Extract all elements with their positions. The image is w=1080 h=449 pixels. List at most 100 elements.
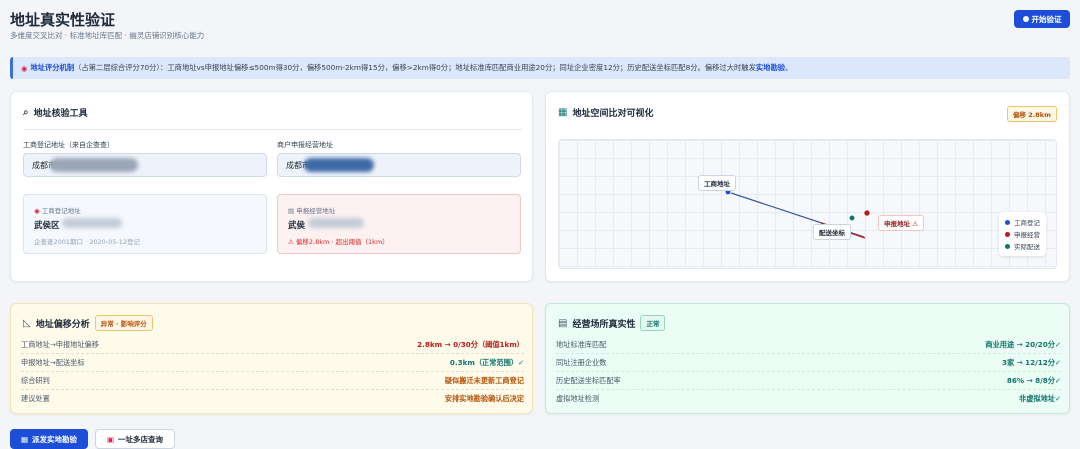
offset-status-tag: 异常 · 影响评分 bbox=[94, 315, 153, 331]
offset-analysis-card: ◺ 地址偏移分析 异常 · 影响评分 工商地址→申报地址偏移 2.8km → 0/… bbox=[10, 303, 533, 414]
gear-icon bbox=[1022, 16, 1029, 22]
redacted-block bbox=[62, 218, 123, 228]
pin-icon: ◉ bbox=[34, 207, 40, 215]
offset-title: 地址偏移分析 bbox=[35, 319, 90, 330]
legend-dot bbox=[1005, 243, 1010, 249]
store-icon: ▣ bbox=[106, 434, 115, 444]
address-tool-header: ⌕ 地址核验工具 bbox=[23, 106, 88, 119]
dispatch-inspection-button[interactable]: ▦ 派发实地勘验 bbox=[10, 429, 88, 449]
delivery-map-label: 配送坐标 bbox=[813, 224, 851, 240]
row-value: 2.8km → 0/30分（阈值1km） bbox=[417, 339, 524, 349]
decl-card-title-row: ▤ 申报经营地址 bbox=[288, 205, 335, 215]
redacted-block bbox=[307, 218, 364, 228]
legend-label: 申报经营 bbox=[1014, 231, 1040, 239]
address-tool-card: ⌕ 地址核验工具 工商登记地址（来自企查查） 成都市 商户申报经营地址 成都市 … bbox=[10, 91, 533, 282]
address-tool-title: 地址核验工具 bbox=[33, 109, 88, 119]
row-key: 历史配送坐标匹配率 bbox=[556, 375, 621, 385]
offset-row: 工商地址→申报地址偏移 2.8km → 0/30分（阈值1km） bbox=[21, 336, 524, 354]
decl-address-label: 商户申报经营地址 bbox=[277, 141, 333, 149]
row-value: 86% → 8/8分✓ bbox=[1006, 375, 1061, 385]
scoring-banner: ◉ 地址评分机制 （占第二层综合评分70分）：工商地址vs申报地址偏移≤500m… bbox=[10, 57, 1070, 79]
pin-icon: ◉ bbox=[21, 63, 28, 73]
start-verify-button[interactable]: 开始验证 bbox=[1014, 10, 1070, 28]
flag-icon: ▦ bbox=[20, 434, 29, 444]
row-key: 同址注册企业数 bbox=[556, 357, 607, 367]
start-verify-label: 开始验证 bbox=[1031, 14, 1062, 24]
map-card: ▦ 地址空间比对可视化 偏移 2.8km 工商地址 配送坐标 申报地址 ⚠ 工商… bbox=[545, 91, 1070, 282]
delivery-marker[interactable] bbox=[848, 214, 856, 222]
page-title: 地址真实性验证 bbox=[10, 11, 116, 29]
row-value: 疑似搬迁未更新工商登记 bbox=[444, 375, 524, 385]
reg-map-label: 工商地址 bbox=[698, 175, 736, 191]
decl-map-label: 申报地址 ⚠ bbox=[878, 215, 925, 231]
reg-address-label: 工商登记地址（来自企查查） bbox=[23, 141, 114, 149]
row-value: 0.3km（正常范围）✓ bbox=[449, 357, 524, 367]
banner-tail: 。 bbox=[785, 63, 793, 72]
site-status-tag: 正常 bbox=[640, 315, 666, 331]
multi-store-query-button[interactable]: ▣ 一址多店查询 bbox=[95, 429, 175, 449]
decl-address-input[interactable]: 成都市 bbox=[277, 153, 521, 177]
row-value: 非虚拟地址✓ bbox=[1019, 394, 1061, 403]
legend-item-reg: 工商登记 bbox=[1005, 216, 1040, 228]
warning-icon: ⚠ bbox=[288, 238, 294, 246]
legend-item-decl: 申报经营 bbox=[1005, 228, 1040, 240]
offset-row: 综合研判 疑似搬迁未更新工商登记 bbox=[21, 372, 524, 390]
redacted-block bbox=[304, 158, 374, 172]
site-header: ▤ 经营场所真实性 正常 bbox=[558, 315, 666, 331]
banner-link[interactable]: 实地勘验 bbox=[756, 63, 785, 73]
site-title: 经营场所真实性 bbox=[572, 319, 636, 330]
offset-badge: 偏移 2.8km bbox=[1007, 106, 1057, 122]
map-icon: ▦ bbox=[558, 107, 568, 118]
reg-card-meta: 企查查2001期口 · 2020-05-12登记 bbox=[34, 238, 141, 246]
banner-text: （占第二层综合评分70分）：工商地址vs申报地址偏移≤500m得30分，偏移50… bbox=[74, 63, 756, 72]
offset-row: 申报地址→配送坐标 0.3km（正常范围）✓ bbox=[21, 354, 524, 372]
map-legend: 工商登记 申报经营 实际配送 bbox=[999, 212, 1046, 256]
row-value: 商业用途 → 20/20分✓ bbox=[985, 339, 1061, 349]
map-header: ▦ 地址空间比对可视化 bbox=[558, 106, 653, 119]
legend-dot bbox=[1005, 219, 1010, 225]
page-subtitle: 多维度交叉比对 · 标准地址库匹配 · 幽灵店铺识别核心能力 bbox=[10, 31, 205, 40]
decl-card-meta-row: ⚠ 偏移2.8km · 超出阈值（1km） bbox=[288, 236, 389, 246]
site-row: 历史配送坐标匹配率 86% → 8/8分✓ bbox=[556, 372, 1061, 390]
reg-address-card: ◉ 工商登记地址 武侯区 企查查2001期口 · 2020-05-12登记 bbox=[23, 194, 267, 254]
legend-label: 工商登记 bbox=[1014, 219, 1040, 227]
site-row: 同址注册企业数 3家 → 12/12分✓ bbox=[556, 354, 1061, 372]
offset-rows: 工商地址→申报地址偏移 2.8km → 0/30分（阈值1km） 申报地址→配送坐… bbox=[21, 336, 524, 408]
decl-card-value-row: 武侯 bbox=[288, 218, 364, 231]
reg-card-value-row: 武侯区 bbox=[34, 218, 123, 231]
site-authenticity-card: ▤ 经营场所真实性 正常 地址标准库匹配 商业用途 → 20/20分✓ 同址注册企… bbox=[545, 303, 1070, 414]
decl-card-value: 武侯 bbox=[288, 221, 306, 231]
map-title: 地址空间比对可视化 bbox=[572, 109, 654, 119]
row-key: 虚拟地址检测 bbox=[556, 394, 600, 403]
row-key: 建议处置 bbox=[21, 394, 50, 403]
reg-card-title: 工商登记地址 bbox=[41, 207, 81, 215]
map-lines bbox=[724, 188, 871, 239]
building-icon: ▤ bbox=[288, 207, 295, 215]
reg-card-value: 武侯区 bbox=[34, 221, 60, 231]
reg-card-title-row: ◉ 工商登记地址 bbox=[34, 205, 81, 215]
site-row: 地址标准库匹配 商业用途 → 20/20分✓ bbox=[556, 336, 1061, 354]
decl-address-card: ▤ 申报经营地址 武侯 ⚠ 偏移2.8km · 超出阈值（1km） bbox=[277, 194, 521, 254]
search-icon: ⌕ bbox=[23, 107, 29, 118]
row-value: 安排实地勘验确认后决定 bbox=[444, 394, 524, 403]
site-row: 虚拟地址检测 非虚拟地址✓ bbox=[556, 390, 1061, 408]
multi-label: 一址多店查询 bbox=[118, 434, 164, 444]
dispatch-label: 派发实地勘验 bbox=[32, 434, 78, 444]
row-value: 3家 → 12/12分✓ bbox=[1001, 357, 1061, 367]
site-rows: 地址标准库匹配 商业用途 → 20/20分✓ 同址注册企业数 3家 → 12/12分… bbox=[556, 336, 1061, 408]
decl-card-meta: 偏移2.8km · 超出阈值（1km） bbox=[295, 238, 389, 246]
decl-card-title: 申报经营地址 bbox=[296, 207, 336, 215]
row-key: 综合研判 bbox=[21, 375, 50, 385]
legend-dot bbox=[1005, 231, 1010, 237]
map-canvas[interactable]: 工商地址 配送坐标 申报地址 ⚠ 工商登记 申报经营 实际配送 bbox=[558, 139, 1057, 269]
decl-map-label-text: 申报地址 bbox=[884, 220, 910, 228]
divider bbox=[23, 129, 522, 130]
reg-address-input[interactable]: 成都市 bbox=[23, 153, 267, 177]
offset-header: ◺ 地址偏移分析 异常 · 影响评分 bbox=[23, 315, 153, 331]
decl-marker[interactable] bbox=[863, 209, 871, 217]
legend-item-delivery: 实际配送 bbox=[1005, 240, 1040, 252]
building-icon: ▤ bbox=[558, 317, 568, 329]
row-key: 工商地址→申报地址偏移 bbox=[21, 339, 99, 349]
row-key: 申报地址→配送坐标 bbox=[21, 357, 85, 367]
ruler-icon: ◺ bbox=[23, 317, 31, 329]
